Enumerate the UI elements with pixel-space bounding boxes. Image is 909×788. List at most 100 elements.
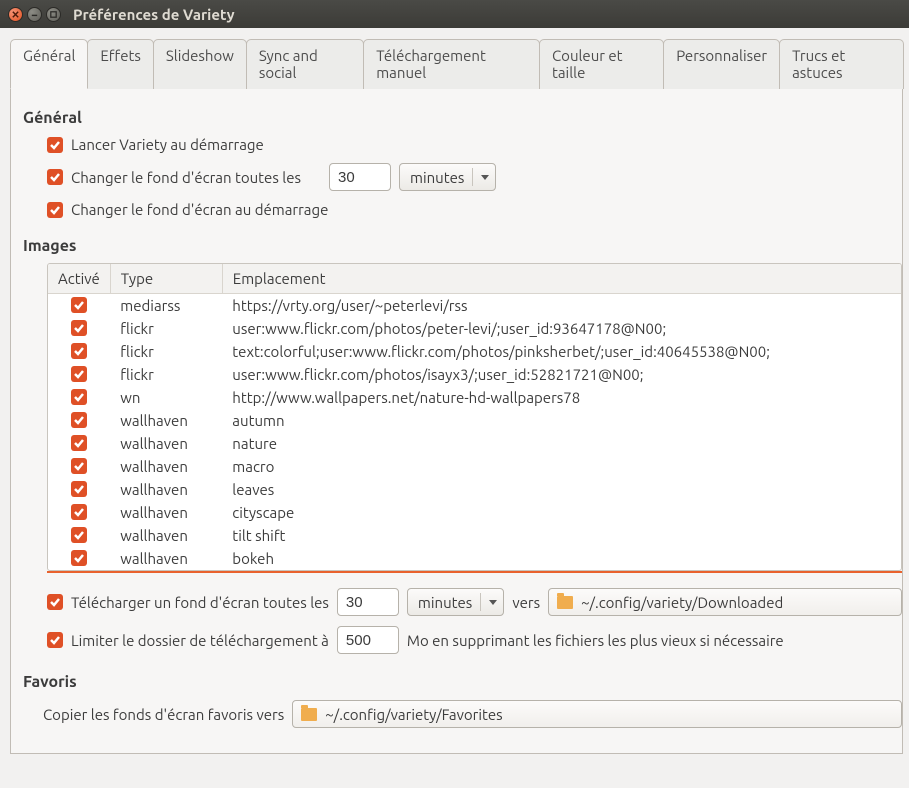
path-download-folder[interactable]: ~/.config/variety/Downloaded <box>548 588 902 616</box>
folder-icon <box>301 708 317 721</box>
select-change-unit[interactable]: minutes <box>399 163 496 191</box>
cell-location: https://vrty.org/user/~peterlevi/rss <box>222 294 901 318</box>
checkbox-source-enabled[interactable] <box>71 320 87 336</box>
col-type[interactable]: Type <box>110 264 222 294</box>
cell-location: http://www.wallpapers.net/nature-hd-wall… <box>222 386 901 409</box>
row-download-every: Télécharger un fond d'écran toutes les m… <box>11 583 902 621</box>
table-row[interactable]: wallhavennature <box>48 432 901 455</box>
images-table[interactable]: Activé Type Emplacement mediarsshttps://… <box>47 263 902 571</box>
section-general-heading: Général <box>11 103 902 131</box>
label-download-every: Télécharger un fond d'écran toutes les <box>71 594 329 611</box>
path-favorites-folder[interactable]: ~/.config/variety/Favorites <box>292 700 902 728</box>
col-location[interactable]: Emplacement <box>222 264 901 294</box>
section-favorites-heading: Favoris <box>11 659 902 695</box>
cell-type: wn <box>110 386 222 409</box>
table-row[interactable]: flickruser:www.flickr.com/photos/peter-l… <box>48 317 901 340</box>
input-download-interval[interactable] <box>337 588 399 616</box>
checkbox-source-enabled[interactable] <box>71 504 87 520</box>
checkbox-source-enabled[interactable] <box>71 366 87 382</box>
cell-location: user:www.flickr.com/photos/isayx3/;user_… <box>222 363 901 386</box>
cell-type: mediarss <box>110 294 222 318</box>
cell-type: flickr <box>110 317 222 340</box>
cell-location: macro <box>222 455 901 478</box>
table-row[interactable]: flickruser:www.flickr.com/photos/isayx3/… <box>48 363 901 386</box>
checkbox-limit-folder[interactable] <box>47 632 63 648</box>
label-copy-favorites: Copier les fonds d'écran favoris vers <box>43 706 284 723</box>
label-startup: Lancer Variety au démarrage <box>71 136 264 153</box>
checkbox-source-enabled[interactable] <box>71 389 87 405</box>
minimize-button[interactable] <box>27 7 42 22</box>
col-enabled[interactable]: Activé <box>48 264 110 294</box>
cell-type: wallhaven <box>110 547 222 570</box>
tab-slideshow[interactable]: Slideshow <box>153 39 247 89</box>
tab-bar: Général Effets Slideshow Sync and social… <box>10 38 903 89</box>
path-download-value: ~/.config/variety/Downloaded <box>581 594 783 611</box>
tab-sync-social[interactable]: Sync and social <box>246 39 364 89</box>
checkbox-source-enabled[interactable] <box>71 412 87 428</box>
cell-type: wallhaven <box>110 501 222 524</box>
window-titlebar: Préférences de Variety <box>0 0 909 28</box>
panel-general: Général Lancer Variety au démarrage Chan… <box>10 89 903 754</box>
cell-location: leaves <box>222 478 901 501</box>
table-row[interactable]: wallhavenmacro <box>48 455 901 478</box>
cell-location: cityscape <box>222 501 901 524</box>
checkbox-source-enabled[interactable] <box>71 343 87 359</box>
checkbox-source-enabled[interactable] <box>71 435 87 451</box>
tab-customize[interactable]: Personnaliser <box>663 39 780 89</box>
cell-location: text:colorful;user:www.flickr.com/photos… <box>222 340 901 363</box>
input-change-interval[interactable] <box>329 163 391 191</box>
table-row[interactable]: mediarsshttps://vrty.org/user/~peterlevi… <box>48 294 901 318</box>
label-to: vers <box>512 594 540 611</box>
row-startup: Lancer Variety au démarrage <box>11 131 902 158</box>
checkbox-source-enabled[interactable] <box>71 481 87 497</box>
path-favorites-value: ~/.config/variety/Favorites <box>325 706 502 723</box>
checkbox-source-enabled[interactable] <box>71 550 87 566</box>
section-images-heading: Images <box>11 223 902 259</box>
label-limit-folder: Limiter le dossier de téléchargement à <box>71 632 329 649</box>
checkbox-startup[interactable] <box>47 137 63 153</box>
window-controls <box>8 7 61 22</box>
row-limit-folder: Limiter le dossier de téléchargement à M… <box>11 621 902 659</box>
checkbox-source-enabled[interactable] <box>71 527 87 543</box>
checkbox-change-every[interactable] <box>47 169 63 185</box>
chevron-down-icon <box>481 175 489 180</box>
tab-manual-download[interactable]: Téléchargement manuel <box>363 39 540 89</box>
tab-effects[interactable]: Effets <box>87 39 154 89</box>
checkbox-source-enabled[interactable] <box>71 297 87 313</box>
cell-type: wallhaven <box>110 524 222 547</box>
cell-location: user:www.flickr.com/photos/peter-levi/;u… <box>222 317 901 340</box>
table-row[interactable]: wallhavencityscape <box>48 501 901 524</box>
row-favorites-path: Copier les fonds d'écran favoris vers ~/… <box>11 695 902 733</box>
cell-type: flickr <box>110 340 222 363</box>
table-row[interactable]: wallhaventilt shift <box>48 524 901 547</box>
select-download-unit[interactable]: minutes <box>407 588 504 616</box>
cell-type: wallhaven <box>110 478 222 501</box>
checkbox-download-every[interactable] <box>47 594 63 610</box>
tab-color-size[interactable]: Couleur et taille <box>539 39 664 89</box>
label-change-on-start: Changer le fond d'écran au démarrage <box>71 201 328 218</box>
maximize-button[interactable] <box>46 7 61 22</box>
folder-icon <box>557 596 573 609</box>
cell-location: autumn <box>222 409 901 432</box>
chevron-down-icon <box>489 600 497 605</box>
close-button[interactable] <box>8 7 23 22</box>
table-row[interactable]: wallhavenautumn <box>48 409 901 432</box>
cell-type: wallhaven <box>110 409 222 432</box>
table-row[interactable]: wallhavenleaves <box>48 478 901 501</box>
label-change-every: Changer le fond d'écran toutes les <box>71 169 301 186</box>
table-row[interactable]: wallhavenbokeh <box>48 547 901 570</box>
table-row[interactable]: wnhttp://www.wallpapers.net/nature-hd-wa… <box>48 386 901 409</box>
tab-general[interactable]: Général <box>10 39 88 89</box>
checkbox-source-enabled[interactable] <box>71 458 87 474</box>
cell-location: bokeh <box>222 547 901 570</box>
cell-type: flickr <box>110 363 222 386</box>
cell-location: nature <box>222 432 901 455</box>
cell-type: wallhaven <box>110 432 222 455</box>
row-change-on-start: Changer le fond d'écran au démarrage <box>11 196 902 223</box>
tab-tips[interactable]: Trucs et astuces <box>779 39 904 89</box>
input-limit-size[interactable] <box>337 626 399 654</box>
checkbox-change-on-start[interactable] <box>47 202 63 218</box>
select-download-unit-value: minutes <box>418 594 472 611</box>
table-row[interactable]: flickrtext:colorful;user:www.flickr.com/… <box>48 340 901 363</box>
select-change-unit-value: minutes <box>410 169 464 186</box>
